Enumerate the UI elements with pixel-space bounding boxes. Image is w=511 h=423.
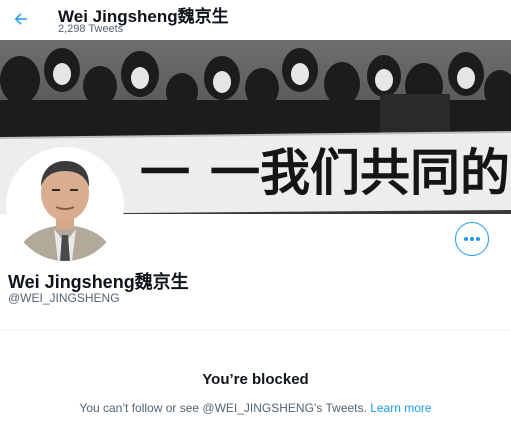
svg-text:一: 一 [140,144,190,202]
avatar[interactable] [6,147,124,265]
back-button[interactable] [8,6,34,32]
profile-handle: @WEI_JINGSHENG [8,291,120,305]
header-tweet-count: 2,298 Tweets [58,23,124,35]
arrow-left-icon [14,13,27,25]
divider [0,330,511,331]
avatar-photo [10,151,120,261]
blocked-title: You’re blocked [202,371,309,388]
blocked-message: You can’t follow or see @WEI_JINGSHENG’s… [79,401,367,415]
more-options-icon [464,237,480,241]
blocked-message-row: You can’t follow or see @WEI_JINGSHENG’s… [0,401,511,415]
banner-text: 一我们共同的 [210,144,510,202]
top-bar: Wei Jingsheng魏京生 2,298 Tweets [0,0,511,40]
learn-more-link[interactable]: Learn more [370,401,431,415]
more-options-button[interactable] [455,222,489,256]
